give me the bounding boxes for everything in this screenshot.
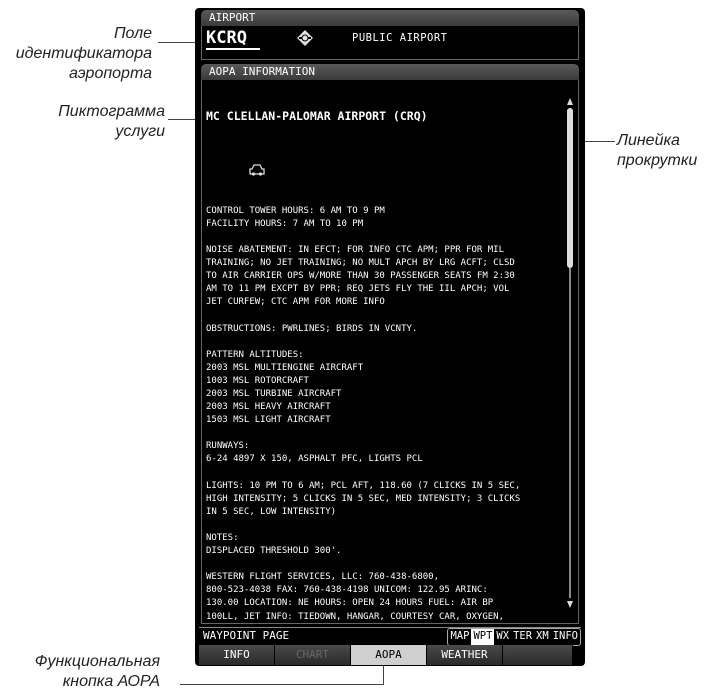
softkey-info[interactable]: INFO	[199, 645, 275, 665]
callout-service-line-2: услуги	[115, 123, 165, 140]
aopa-info-line: 2003 MSL TURBINE AIRCRAFT	[206, 388, 342, 399]
leader-service	[168, 119, 198, 120]
scroll-thumb[interactable]	[567, 108, 573, 268]
aopa-info-line: PATTERN ALTITUDES:	[206, 349, 304, 360]
aopa-info-line	[206, 558, 558, 571]
softkey-blank[interactable]	[503, 645, 573, 665]
public-airport-icon	[297, 30, 313, 46]
aopa-info-line: 1503 MSL LIGHT AIRCRAFT	[206, 415, 331, 426]
callout-ident-line-2: идентификатора	[15, 45, 152, 62]
aopa-info-text: MC CLELLAN-PALOMAR AIRPORT (CRQ) CONTROL…	[206, 82, 558, 650]
airport-identifier-field[interactable]: KCRQ	[206, 28, 247, 48]
device-screen: AIRPORT KCRQ PUBLIC AIRPORT AOPA INFORMA…	[195, 8, 585, 666]
scroll-bar[interactable]	[567, 98, 573, 608]
aopa-info-line: 2003 MSL MULTIENGINE AIRCRAFT	[206, 362, 364, 373]
page-group-xm[interactable]: XM	[534, 629, 551, 645]
aopa-info-line	[206, 427, 558, 440]
aopa-info-line: FACILITY HOURS: 7 AM TO 10 PM	[206, 218, 364, 229]
aopa-info-line: IN 5 SEC, LOW INTENSITY)	[206, 506, 337, 517]
scroll-down-icon[interactable]	[567, 601, 573, 608]
airport-panel: KCRQ PUBLIC AIRPORT	[201, 26, 579, 60]
aopa-info-line: 1003 MSL ROTORCRAFT	[206, 375, 309, 386]
aopa-info-line: RUNWAYS:	[206, 441, 250, 452]
callout-aopa-softkey: Функциональная кнопка АОРА	[0, 652, 160, 692]
softkey-chart[interactable]: CHART	[275, 645, 351, 665]
aopa-info-line	[206, 192, 558, 205]
callout-aopa-line-1: Функциональная	[34, 653, 160, 670]
page-group-list: MAP WPT WX TER XM INFO	[447, 628, 581, 646]
callout-service-line-1: Пиктограмма	[58, 103, 165, 120]
callout-ident-line-3: аэропорта	[68, 65, 152, 82]
aopa-info-line	[206, 467, 558, 480]
callout-scroll-line-2: прокрутки	[617, 152, 698, 169]
callout-aopa-line-2: кнопка АОРА	[62, 673, 160, 690]
callout-scroll-line-1: Линейка	[617, 132, 680, 149]
aopa-info-line: TRAINING; NO JET TRAINING; NO MULT APCH …	[206, 258, 515, 269]
aopa-panel[interactable]: MC CLELLAN-PALOMAR AIRPORT (CRQ) CONTROL…	[201, 80, 579, 624]
leader-ident	[158, 42, 198, 43]
aopa-info-line: 130.00 LOCATION: NE HOURS: OPEN 24 HOURS…	[206, 598, 494, 609]
page-group-label: WAYPOINT PAGE	[203, 629, 290, 642]
aopa-info-line: DISPLACED THRESHOLD 300'.	[206, 546, 342, 557]
aopa-info-line	[206, 231, 558, 244]
aopa-info-line: 2003 MSL HEAVY AIRCRAFT	[206, 402, 331, 413]
airport-name: MC CLELLAN-PALOMAR AIRPORT (CRQ)	[206, 109, 428, 124]
aopa-info-line: WESTERN FLIGHT SERVICES, LLC: 760-438-68…	[206, 572, 439, 583]
page-group-bar: WAYPOINT PAGE MAP WPT WX TER XM INFO	[199, 627, 581, 646]
page-group-info[interactable]: INFO	[551, 629, 580, 645]
aopa-info-lines: CONTROL TOWER HOURS: 6 AM TO 9 PM FACILIT…	[206, 192, 558, 624]
softkey-weather[interactable]: WEATHER	[427, 645, 503, 665]
aopa-info-line: 100LL, JET INFO: TIEDOWN, HANGAR, COURTE…	[206, 611, 505, 622]
leader-aopa-h	[180, 684, 383, 685]
aopa-header-label: AOPA INFORMATION	[209, 65, 315, 78]
callout-ident-field: Поле идентификатора аэропорта	[0, 24, 152, 84]
softkey-bar: INFO CHART AOPA WEATHER	[199, 645, 581, 665]
airport-type: PUBLIC AIRPORT	[352, 32, 448, 44]
callout-ident-line-1: Поле	[113, 25, 152, 42]
page-group-wpt[interactable]: WPT	[471, 629, 495, 645]
leader-scroll	[583, 141, 615, 142]
car-icon	[249, 164, 266, 177]
service-icon-row	[206, 151, 558, 177]
callout-service-icon: Пиктограмма услуги	[0, 102, 165, 142]
aopa-info-line: HIGH INTENSITY; 5 CLICKS IN 5 SEC, MED I…	[206, 493, 521, 504]
aopa-info-line	[206, 336, 558, 349]
airport-header-label: AIRPORT	[209, 11, 256, 24]
aopa-info-line: NOISE ABATEMENT: IN EFCT; FOR INFO CTC A…	[206, 244, 505, 255]
softkey-aopa[interactable]: AOPA	[351, 645, 427, 665]
aopa-info-line: OBSTRUCTIONS: PWRLINES; BIRDS IN VCNTY.	[206, 323, 418, 334]
airport-panel-header: AIRPORT	[201, 10, 579, 26]
aopa-info-line: TO AIR CARRIER OPS W/MORE THAN 30 PASSEN…	[206, 271, 515, 282]
aopa-info-line: 6-24 4897 X 150, ASPHALT PFC, LIGHTS PCL	[206, 454, 423, 465]
aopa-info-line: 800-523-4038 FAX: 760-438-4198 UNICOM: 1…	[206, 585, 488, 596]
page-group-map[interactable]: MAP	[448, 629, 471, 645]
aopa-info-line: JET CURFEW; CTC APM FOR MORE INFO	[206, 297, 385, 308]
identifier-cursor	[206, 48, 260, 50]
callout-scroll-bar: Линейка прокрутки	[617, 131, 707, 171]
aopa-info-line: LIGHTS: 10 PM TO 6 AM; PCL AFT, 118.60 (…	[206, 480, 521, 491]
aopa-info-line: CONTROL TOWER HOURS: 6 AM TO 9 PM	[206, 205, 385, 216]
scroll-up-icon[interactable]	[567, 98, 573, 105]
page-group-wx[interactable]: WX	[494, 629, 511, 645]
aopa-info-line	[206, 309, 558, 322]
aopa-panel-header: AOPA INFORMATION	[201, 64, 579, 80]
aopa-info-line	[206, 519, 558, 532]
aopa-info-line: AM TO 11 PM EXCPT BY PPR; REQ JETS FLY T…	[206, 284, 510, 295]
page-group-ter[interactable]: TER	[511, 629, 534, 645]
aopa-info-line: NOTES:	[206, 533, 239, 543]
